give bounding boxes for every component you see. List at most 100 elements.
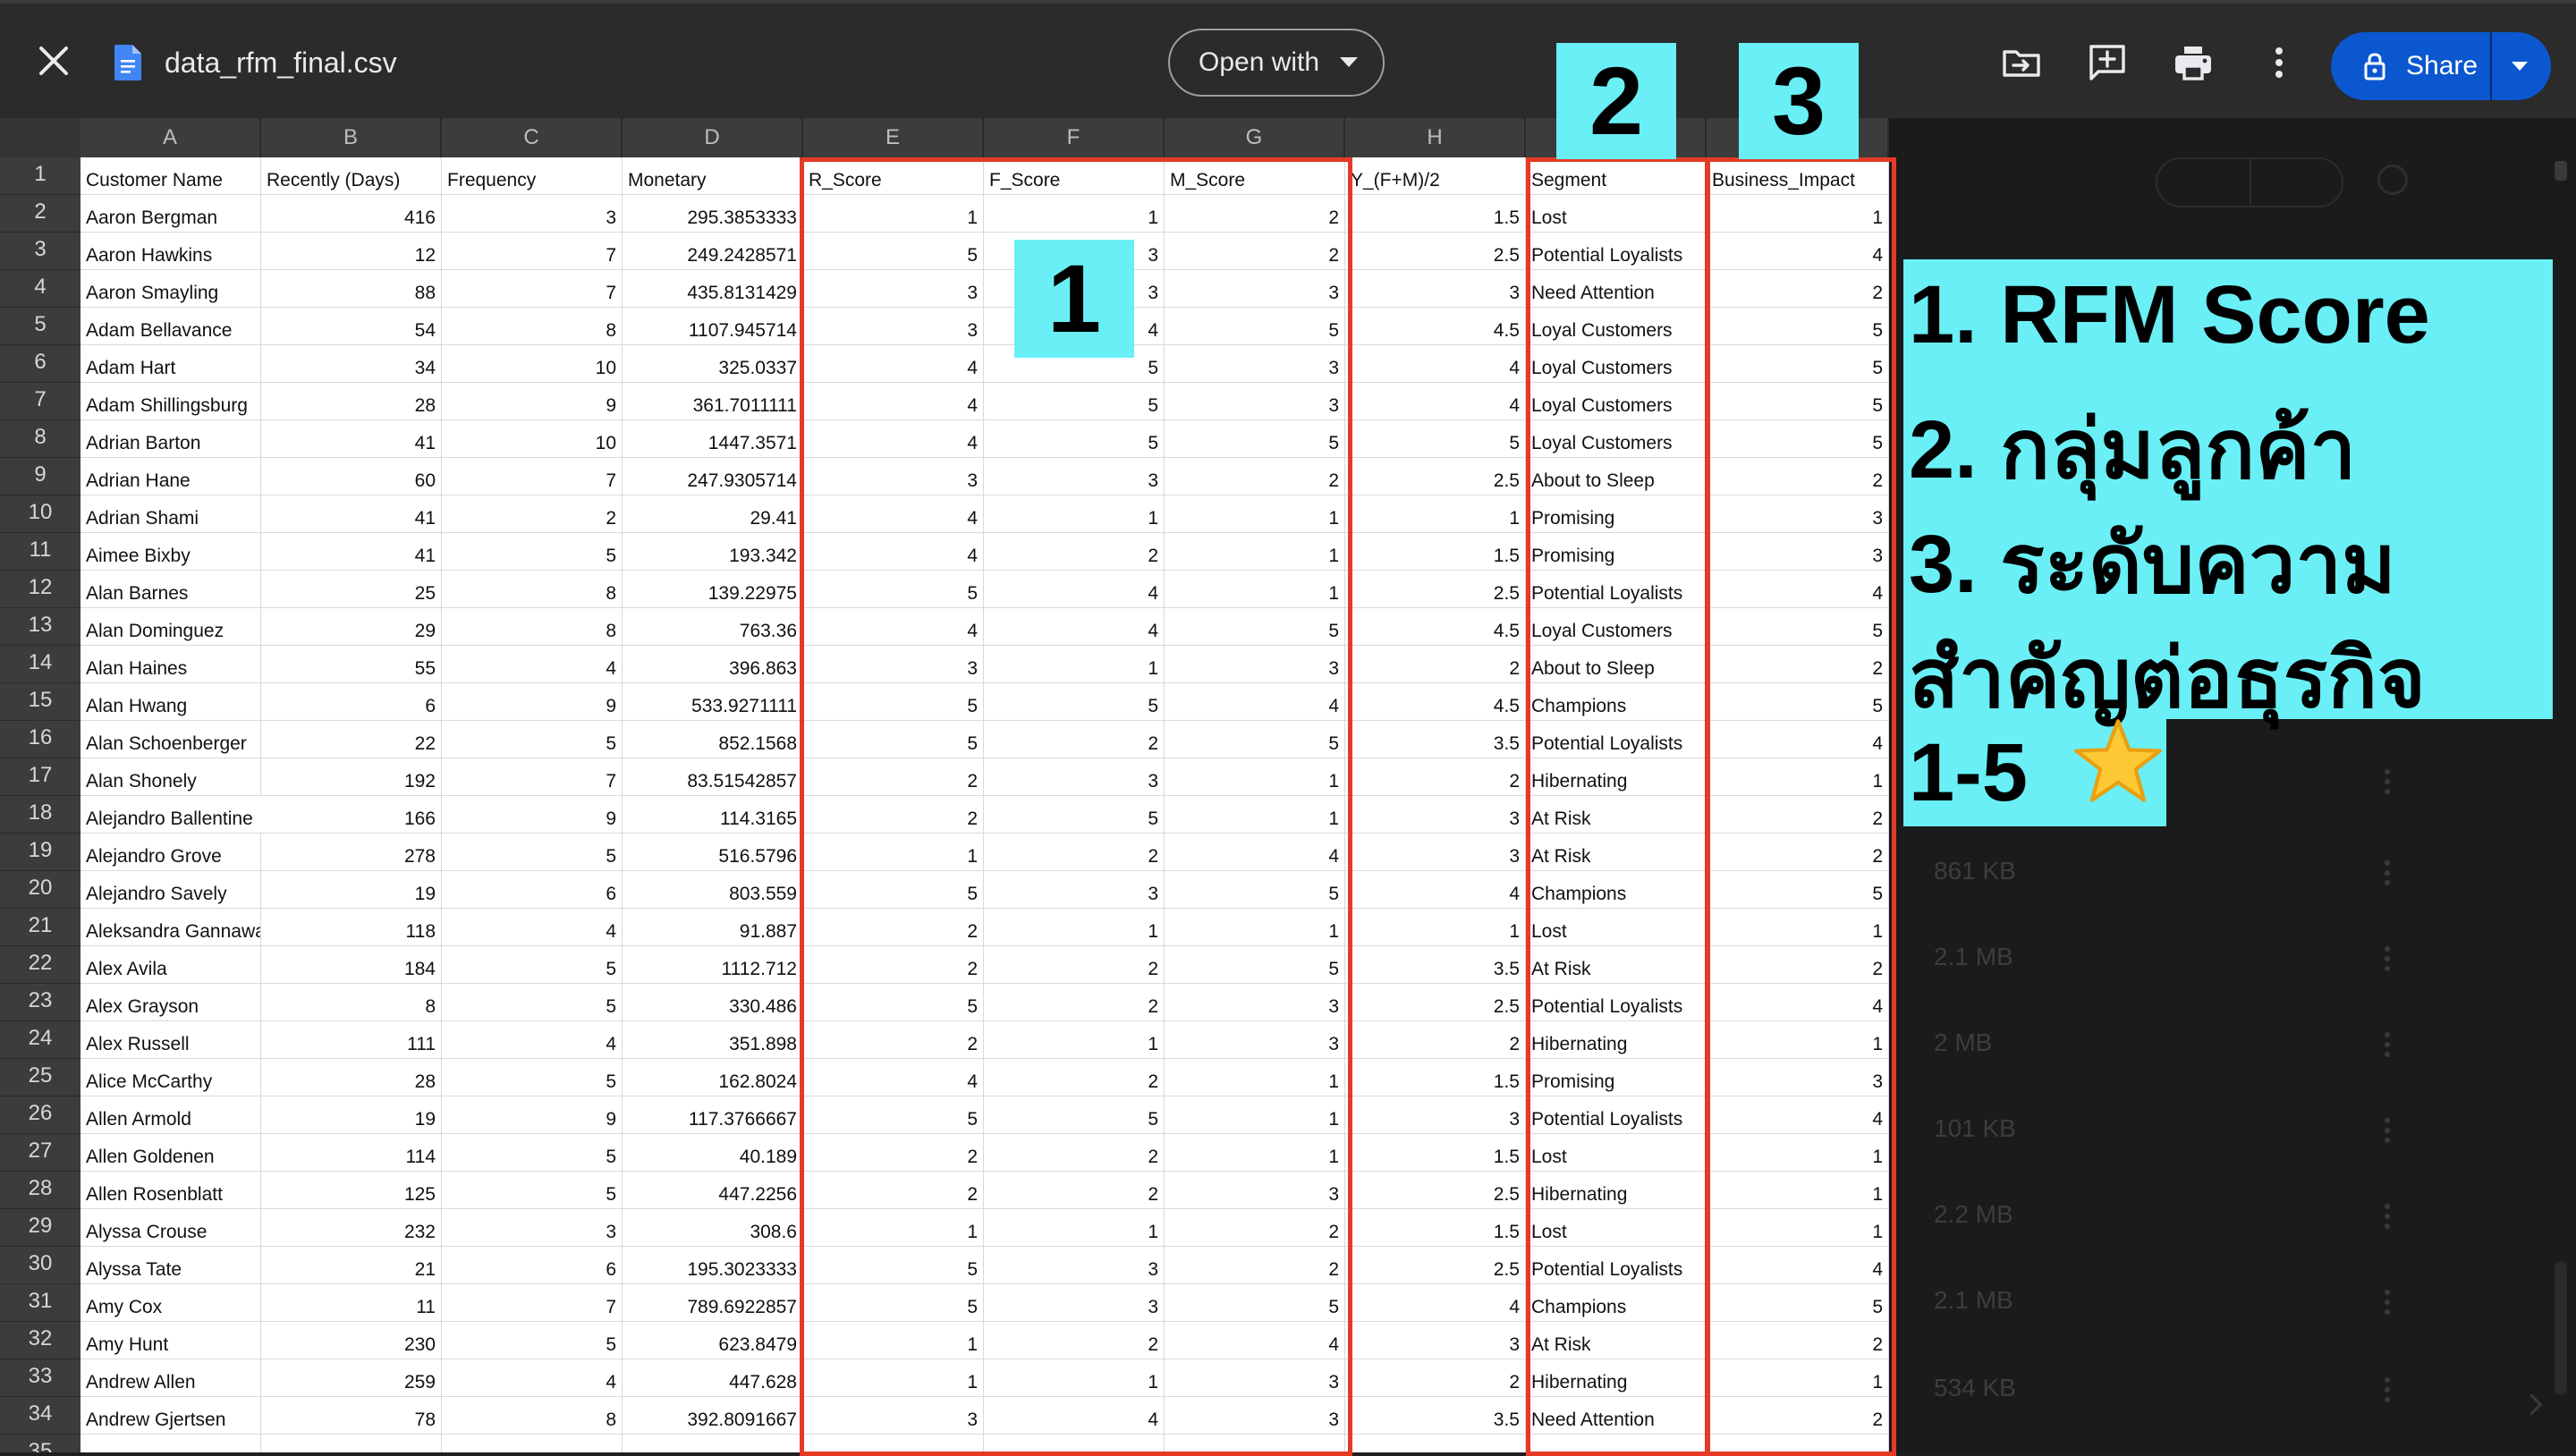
table-cell[interactable]: Alex Russell [80, 1021, 261, 1059]
table-cell[interactable]: 22 [261, 721, 442, 758]
table-cell[interactable]: Adrian Shami [80, 495, 261, 533]
table-cell[interactable]: 447.2256 [623, 1172, 803, 1209]
table-cell[interactable]: Alyssa Crouse [80, 1209, 261, 1247]
table-cell[interactable]: 247.9305714 [623, 458, 803, 495]
row-header[interactable]: 8 [0, 420, 80, 458]
table-cell[interactable]: 5 [442, 721, 623, 758]
column-header[interactable]: G [1165, 118, 1345, 157]
row-header[interactable]: 28 [0, 1172, 80, 1209]
table-cell[interactable]: 8 [261, 984, 442, 1021]
file-more-icon[interactable] [2385, 1204, 2392, 1233]
table-cell[interactable]: 125 [261, 1172, 442, 1209]
table-cell[interactable]: 4 [1345, 1284, 1526, 1322]
table-cell[interactable]: 40.189 [623, 1134, 803, 1172]
table-cell[interactable]: 192 [261, 758, 442, 796]
table-cell[interactable]: 166 [261, 796, 442, 834]
table-cell[interactable]: Andrew Gjertsen [80, 1397, 261, 1435]
row-header[interactable]: 16 [0, 721, 80, 758]
table-cell[interactable]: 2.5 [1345, 984, 1526, 1021]
table-cell[interactable]: 4 [442, 646, 623, 683]
table-cell[interactable]: Andrew Allen [80, 1359, 261, 1397]
table-cell[interactable]: 6 [261, 683, 442, 721]
table-cell[interactable]: Adam Hart [80, 345, 261, 383]
column-header[interactable]: F [984, 118, 1165, 157]
column-title-cell[interactable]: Frequency [442, 157, 623, 195]
table-cell[interactable]: 83.51542857 [623, 758, 803, 796]
file-more-icon[interactable] [2385, 769, 2392, 799]
table-cell[interactable]: 2 [1345, 758, 1526, 796]
table-cell[interactable]: Adrian Barton [80, 420, 261, 458]
row-header[interactable]: 11 [0, 533, 80, 571]
table-cell[interactable]: 193.342 [623, 533, 803, 571]
table-cell[interactable]: 60 [261, 458, 442, 495]
table-cell[interactable]: 1107.945714 [623, 308, 803, 345]
row-header[interactable]: 2 [0, 195, 80, 233]
table-cell[interactable]: 9 [442, 683, 623, 721]
share-button[interactable]: Share [2331, 32, 2551, 100]
table-cell[interactable]: 54 [261, 308, 442, 345]
empty-cell[interactable] [623, 1435, 803, 1452]
table-cell[interactable]: Alan Haines [80, 646, 261, 683]
table-cell[interactable]: 2 [1345, 1021, 1526, 1059]
table-cell[interactable]: 10 [442, 345, 623, 383]
table-cell[interactable]: 5 [442, 984, 623, 1021]
table-cell[interactable]: Adam Bellavance [80, 308, 261, 345]
table-cell[interactable]: Aaron Smayling [80, 270, 261, 308]
table-cell[interactable]: 41 [261, 495, 442, 533]
table-cell[interactable]: 28 [261, 1059, 442, 1096]
table-cell[interactable]: Alex Grayson [80, 984, 261, 1021]
row-header[interactable]: 15 [0, 683, 80, 721]
table-cell[interactable]: 1447.3571 [623, 420, 803, 458]
table-cell[interactable]: 7 [442, 758, 623, 796]
table-cell[interactable]: 763.36 [623, 608, 803, 646]
table-cell[interactable]: Aleksandra Gannaway [80, 909, 261, 946]
table-cell[interactable]: 8 [442, 571, 623, 608]
table-cell[interactable]: 29.41 [623, 495, 803, 533]
table-cell[interactable]: 2 [1345, 1359, 1526, 1397]
table-cell[interactable]: 8 [442, 308, 623, 345]
table-cell[interactable]: 10 [442, 420, 623, 458]
table-cell[interactable]: 117.3766667 [623, 1096, 803, 1134]
table-cell[interactable]: Aaron Hawkins [80, 233, 261, 270]
table-cell[interactable]: Amy Cox [80, 1284, 261, 1322]
table-cell[interactable]: 9 [442, 1096, 623, 1134]
table-cell[interactable]: 2.5 [1345, 458, 1526, 495]
table-cell[interactable]: 7 [442, 458, 623, 495]
column-header[interactable]: B [261, 118, 442, 157]
column-header[interactable]: C [442, 118, 623, 157]
scrollbar-thumb[interactable] [2555, 1261, 2567, 1395]
table-cell[interactable]: 78 [261, 1397, 442, 1435]
file-more-icon[interactable] [2385, 1118, 2392, 1147]
table-cell[interactable]: 19 [261, 1096, 442, 1134]
table-cell[interactable]: 2 [442, 495, 623, 533]
table-cell[interactable]: 308.6 [623, 1209, 803, 1247]
table-cell[interactable]: 4 [1345, 345, 1526, 383]
table-cell[interactable]: 55 [261, 646, 442, 683]
table-cell[interactable]: 1.5 [1345, 1134, 1526, 1172]
table-cell[interactable]: 803.559 [623, 871, 803, 909]
table-cell[interactable]: 4 [1345, 383, 1526, 420]
table-cell[interactable]: 41 [261, 420, 442, 458]
row-header[interactable]: 13 [0, 608, 80, 646]
table-cell[interactable]: 361.7011111 [623, 383, 803, 420]
table-cell[interactable]: 533.9271111 [623, 683, 803, 721]
table-cell[interactable]: 162.8024 [623, 1059, 803, 1096]
column-header[interactable]: E [803, 118, 984, 157]
table-cell[interactable]: 1.5 [1345, 195, 1526, 233]
table-cell[interactable]: 114 [261, 1134, 442, 1172]
row-header[interactable]: 32 [0, 1322, 80, 1359]
table-cell[interactable]: 111 [261, 1021, 442, 1059]
row-header[interactable]: 18 [0, 796, 80, 834]
table-cell[interactable]: 5 [442, 1134, 623, 1172]
table-cell[interactable]: Adam Shillingsburg [80, 383, 261, 420]
row-header[interactable]: 31 [0, 1284, 80, 1322]
table-cell[interactable]: 249.2428571 [623, 233, 803, 270]
table-cell[interactable]: 184 [261, 946, 442, 984]
table-cell[interactable]: 392.8091667 [623, 1397, 803, 1435]
row-header[interactable]: 12 [0, 571, 80, 608]
column-title-cell[interactable]: Customer Name [80, 157, 261, 195]
table-cell[interactable]: 25 [261, 571, 442, 608]
table-cell[interactable]: 4.5 [1345, 608, 1526, 646]
row-header[interactable]: 29 [0, 1209, 80, 1247]
table-cell[interactable]: 5 [1345, 420, 1526, 458]
